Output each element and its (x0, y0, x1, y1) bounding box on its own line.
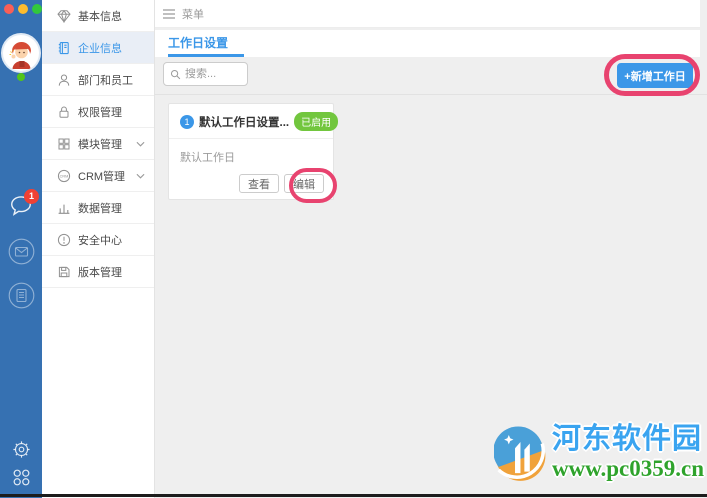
sidebar-item-security[interactable]: 安全中心 (42, 224, 154, 256)
active-tab-underline (168, 54, 244, 57)
card-index-badge: 1 (180, 114, 194, 129)
notebook-icon (58, 41, 69, 54)
sidebar-item-label: 权限管理 (78, 106, 122, 119)
sidebar-item-label: 部门和员工 (78, 74, 133, 87)
document-icon[interactable] (7, 281, 35, 309)
online-status-dot (17, 73, 25, 81)
bar-chart-icon (58, 204, 70, 214)
sidebar-item-label: 模块管理 (78, 138, 122, 151)
gem-icon (57, 9, 71, 23)
gear-icon[interactable] (7, 435, 35, 463)
watermark-site-url: www.pc0359.cn (551, 456, 704, 481)
tab-bar: 工作日设置 (155, 30, 700, 57)
card-body-text: 默认工作日 (180, 152, 235, 164)
grid-icon (58, 138, 70, 149)
floppy-icon (58, 266, 70, 277)
sidebar-nav: 基本信息 企业信息 部门和员工 权限管理 模块管理 CRM CRM管理 数据管理… (42, 0, 155, 498)
status-badge: 已启用 (294, 112, 339, 131)
avatar[interactable] (3, 35, 39, 71)
sidebar-item-label: 安全中心 (78, 234, 122, 247)
workday-card: 1 默认工作日设置... 已启用 默认工作日 查看 编辑 (168, 103, 339, 203)
sidebar-item-crm[interactable]: CRM CRM管理 (42, 160, 154, 192)
card-footer: 查看 编辑 (239, 174, 324, 193)
search-icon (170, 69, 181, 79)
tab-workday-settings[interactable]: 工作日设置 (168, 30, 228, 54)
alert-icon (57, 233, 71, 246)
search-input[interactable] (185, 68, 240, 80)
watermark: 河东软件园 www.pc0359.cn (494, 422, 704, 492)
search-box[interactable] (163, 62, 248, 86)
chat-notification-badge: 1 (24, 189, 39, 204)
sidebar-item-data[interactable]: 数据管理 (42, 192, 154, 224)
close-window-button[interactable] (4, 4, 14, 14)
sidebar-item-label: 企业信息 (78, 42, 122, 55)
toolbar-divider (155, 94, 707, 95)
sidebar-item-label: CRM管理 (78, 170, 126, 183)
chevron-down-icon (136, 173, 145, 179)
add-workday-button[interactable]: +新增工作日 (617, 63, 693, 88)
watermark-text: 河东软件园 www.pc0359.cn (552, 422, 704, 482)
app-window: 1 基本信息 企业信息 部门和员工 权限管理 模块管理 CRM CRM管理 数据… (0, 0, 707, 498)
sidebar-item-label: 版本管理 (78, 266, 122, 279)
left-rail: 1 (0, 0, 42, 498)
sidebar-item-departments[interactable]: 部门和员工 (42, 64, 154, 96)
card-title: 默认工作日设置... (199, 116, 290, 129)
sidebar-item-permissions[interactable]: 权限管理 (42, 96, 154, 128)
edit-button[interactable]: 编辑 (284, 174, 324, 193)
avatar-illustration (4, 36, 38, 70)
maximize-window-button[interactable] (32, 4, 42, 14)
menu-label[interactable]: 菜单 (182, 6, 204, 22)
sidebar-item-modules[interactable]: 模块管理 (42, 128, 154, 160)
watermark-site-name: 河东软件园 (551, 423, 702, 455)
window-bottom-edge (0, 494, 707, 497)
sidebar-item-company-info[interactable]: 企业信息 (42, 32, 154, 64)
watermark-logo (494, 426, 546, 481)
window-controls (4, 4, 42, 14)
crm-icon: CRM (57, 169, 71, 182)
lock-icon (59, 106, 69, 118)
crm-icon-text: CRM (60, 174, 69, 178)
mail-icon[interactable] (7, 237, 35, 265)
hamburger-menu-icon[interactable] (163, 8, 175, 19)
sidebar-item-version[interactable]: 版本管理 (42, 256, 154, 288)
card-header: 1 默认工作日设置... 已启用 (169, 104, 339, 139)
topbar: 菜单 (155, 0, 700, 28)
sidebar-item-label: 数据管理 (78, 202, 122, 215)
chevron-down-icon (136, 141, 145, 147)
sidebar-item-basic-info[interactable]: 基本信息 (42, 0, 154, 32)
view-button[interactable]: 查看 (239, 174, 279, 193)
sidebar-item-label: 基本信息 (78, 10, 122, 23)
apps-icon[interactable] (7, 463, 35, 491)
minimize-window-button[interactable] (18, 4, 28, 14)
user-icon (58, 74, 70, 86)
